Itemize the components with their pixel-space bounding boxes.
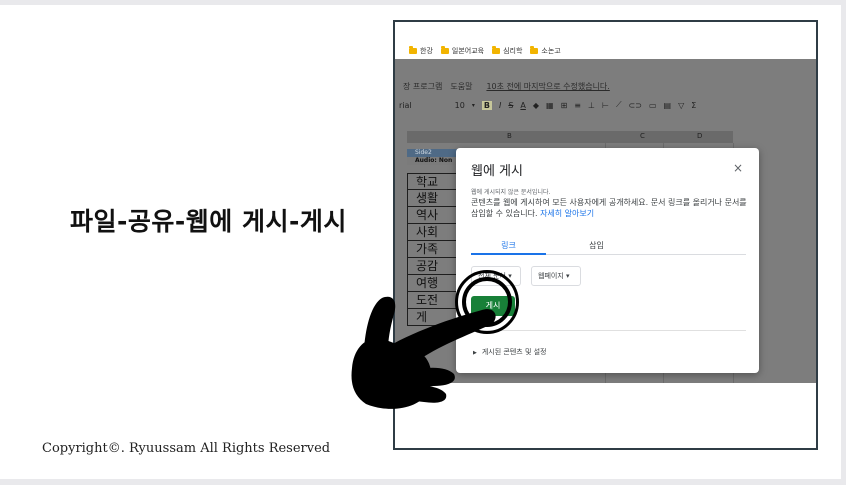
menu-item-tools[interactable]: 장 프로그램 bbox=[403, 81, 442, 92]
font-size-select[interactable]: 10 bbox=[455, 101, 465, 110]
learn-more-link[interactable]: 자세히 알아보기 bbox=[540, 209, 594, 218]
folder-icon bbox=[530, 46, 539, 54]
slide-caption: 파일-공유-웹에 게시-게시 bbox=[70, 207, 347, 236]
bold-button[interactable]: B bbox=[481, 100, 492, 110]
align-left-icon[interactable]: ≡ bbox=[574, 101, 581, 110]
folder-icon bbox=[492, 46, 501, 54]
sheet-cell[interactable]: Side2 bbox=[407, 149, 457, 157]
link-icon[interactable]: ⊂⊃ bbox=[629, 101, 642, 110]
font-select[interactable]: rial bbox=[399, 101, 412, 110]
chevron-down-icon: ▾ bbox=[471, 101, 475, 109]
publish-status: 웹에 게시되지 않은 문서입니다. bbox=[471, 189, 551, 196]
bookmark-label: 한강 bbox=[420, 47, 433, 55]
tab-link[interactable]: 링크 bbox=[471, 240, 546, 255]
functions-icon[interactable]: Σ bbox=[691, 101, 696, 110]
sheet-cell[interactable]: 역사 bbox=[407, 207, 457, 224]
format-toolbar: rial 10 ▾ B I S A ◆ ▦ ⊞ ≡ ⊥ ⊢ ⟋ ⊂⊃ ▭ ▤ ▽… bbox=[395, 97, 816, 113]
bookmark-item[interactable]: 소논고 bbox=[530, 46, 561, 56]
copyright-text: Copyright©. Ryuussam All Rights Reserved bbox=[42, 441, 331, 456]
folder-icon bbox=[440, 46, 449, 54]
borders-icon[interactable]: ▦ bbox=[546, 101, 554, 110]
strikethrough-button[interactable]: S bbox=[508, 101, 513, 110]
bookmark-item[interactable]: 한강 bbox=[409, 46, 433, 56]
sheet-cell[interactable]: Audio: Non bbox=[407, 157, 457, 165]
format-select[interactable]: 웹페이지 ▾ bbox=[531, 266, 581, 286]
bookmark-item[interactable]: 심리학 bbox=[492, 46, 522, 56]
paint-bucket-icon[interactable]: ◆ bbox=[533, 101, 539, 110]
chart-icon[interactable]: ▤ bbox=[664, 101, 672, 110]
bookmark-label: 심리학 bbox=[503, 47, 523, 55]
italic-button[interactable]: I bbox=[499, 101, 501, 110]
bookmark-label: 일본어교육 bbox=[451, 47, 485, 55]
folder-icon bbox=[409, 46, 417, 54]
menu-bar: 장 프로그램 도움말 10초 전에 마지막으로 수정했습니다. bbox=[403, 81, 610, 92]
sheet-cell[interactable]: 공감 bbox=[407, 258, 457, 275]
column-header-c[interactable]: C bbox=[640, 132, 645, 140]
sheet-cell[interactable]: 사회 bbox=[407, 224, 457, 241]
valign-icon[interactable]: ⊥ bbox=[588, 101, 595, 110]
sheet-cell[interactable]: 가족 bbox=[407, 241, 457, 258]
bookmarks-bar: 한강 일본어교육 심리학 소논고 bbox=[409, 46, 561, 56]
comment-icon[interactable]: ▭ bbox=[649, 101, 657, 110]
wrap-icon[interactable]: ⊢ bbox=[602, 101, 609, 110]
pointing-hand-icon bbox=[351, 296, 496, 409]
sheet-cell[interactable]: 학교 bbox=[407, 173, 457, 190]
close-icon[interactable]: × bbox=[733, 161, 743, 175]
dialog-tabs: 링크 삽입 bbox=[471, 237, 746, 255]
bookmark-item[interactable]: 일본어교육 bbox=[440, 46, 485, 56]
merge-cells-icon[interactable]: ⊞ bbox=[561, 101, 568, 110]
tab-embed[interactable]: 삽입 bbox=[559, 240, 634, 251]
column-header-b[interactable]: B bbox=[507, 132, 512, 140]
sheet-cell[interactable]: 생활 bbox=[407, 190, 457, 207]
menu-item-help[interactable]: 도움말 bbox=[450, 81, 472, 92]
dialog-title: 웹에 게시 bbox=[471, 164, 523, 179]
description-text: 콘텐츠를 웹에 게시하여 모든 사용자에게 공개하세요. 문서 링크를 올리거나… bbox=[471, 198, 747, 218]
bookmark-label: 소논고 bbox=[541, 47, 561, 55]
rotate-icon[interactable]: ⟋ bbox=[616, 100, 622, 110]
dialog-description: 콘텐츠를 웹에 게시하여 모든 사용자에게 공개하세요. 문서 링크를 올리거나… bbox=[471, 197, 751, 219]
last-edit-status[interactable]: 10초 전에 마지막으로 수정했습니다. bbox=[486, 81, 609, 92]
filter-icon[interactable]: ▽ bbox=[678, 101, 684, 110]
column-header-d[interactable]: D bbox=[697, 132, 702, 140]
text-color-button[interactable]: A bbox=[520, 101, 525, 110]
column-header-row: B C D bbox=[407, 131, 733, 143]
